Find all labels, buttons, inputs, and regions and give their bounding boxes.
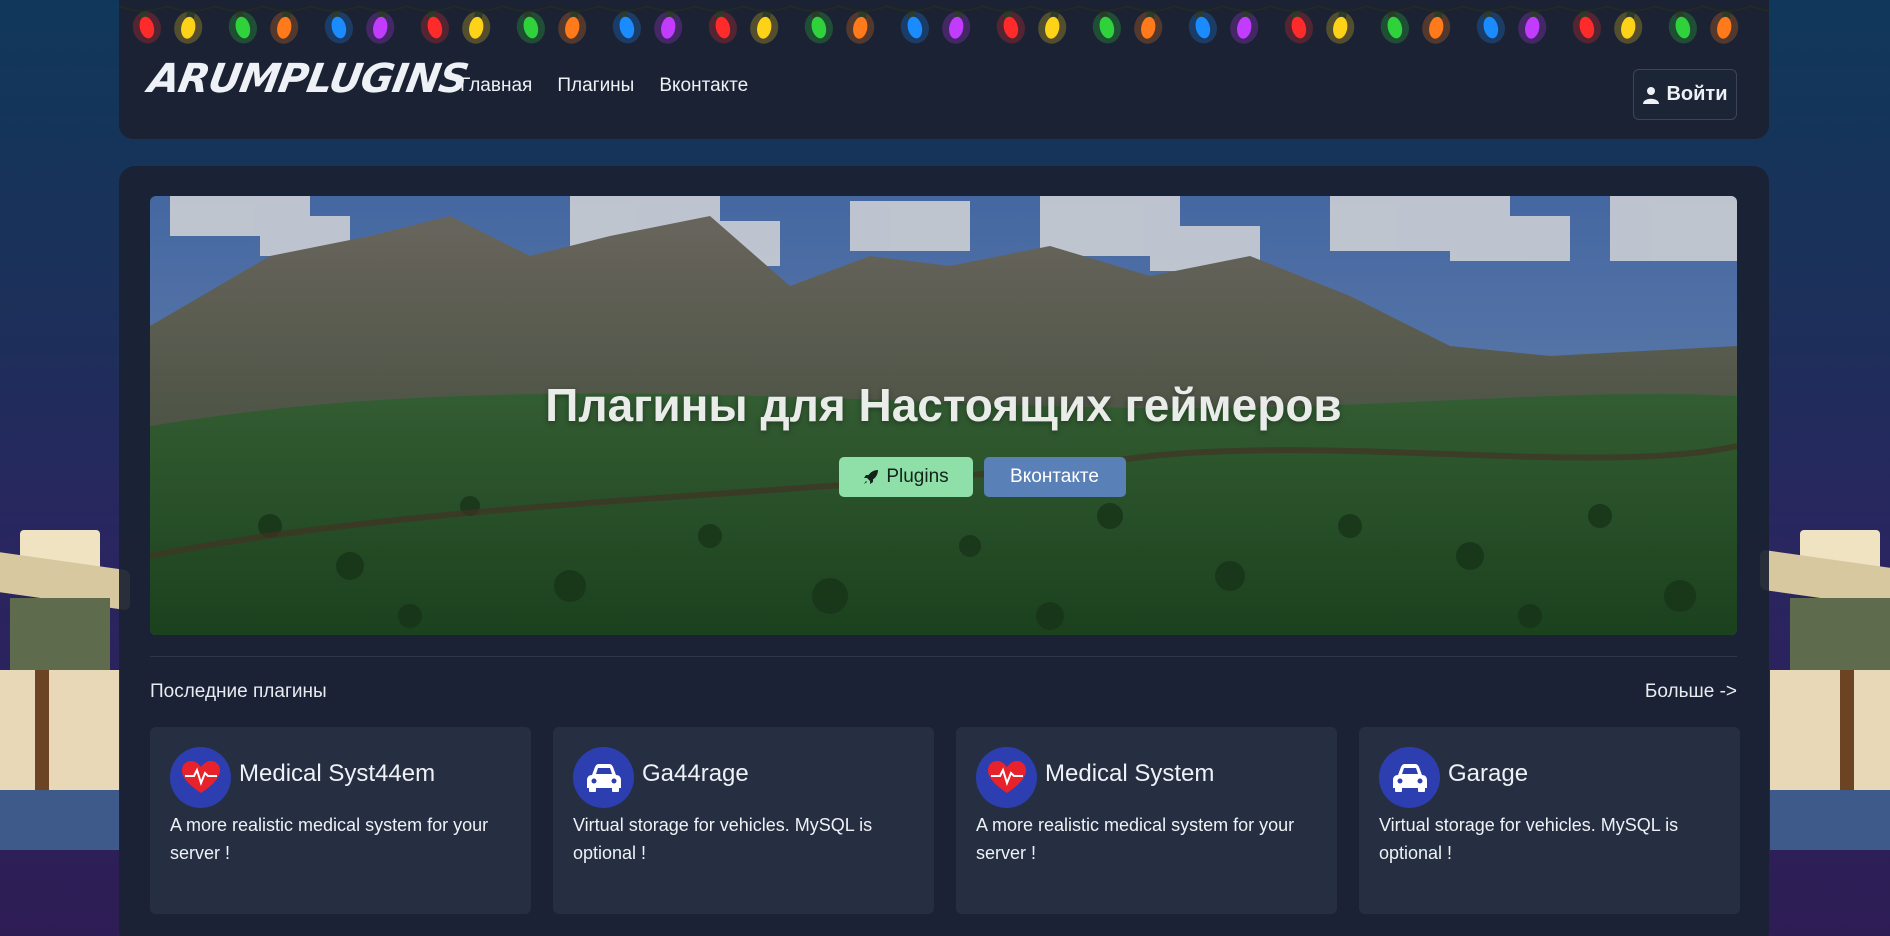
brand-logo[interactable]: ARUMPLUGINS [145,56,471,102]
right-character-illustration [1760,520,1890,850]
nav-link-home[interactable]: Главная [460,75,532,97]
section-divider [150,656,1737,657]
plugin-card-description: Virtual storage for vehicles. MySQL is o… [573,815,873,863]
login-button[interactable]: Войти [1633,69,1737,120]
nav-link-vk[interactable]: Вконтакте [659,75,748,97]
plugin-card[interactable]: Medical System A more realistic medical … [956,727,1337,914]
plugin-card-description: Virtual storage for vehicles. MySQL is o… [1379,815,1679,863]
plugin-card-title: Medical Syst44em [239,760,436,787]
heart-pulse-icon [170,747,231,808]
plugin-card[interactable]: Ga44rage Virtual storage for vehicles. M… [553,727,934,914]
plugin-card-description: A more realistic medical system for your… [170,815,489,863]
login-button-label: Войти [1666,83,1728,105]
plugin-card-title: Ga44rage [642,760,749,787]
plugin-card-title: Medical System [1045,760,1215,787]
plugin-card-description: A more realistic medical system for your… [976,815,1295,863]
more-link[interactable]: Больше -> [1645,681,1737,703]
plugins-button[interactable]: Plugins [838,457,973,497]
hero-banner: Плагины для Настоящих геймеров Plugins В… [150,196,1737,635]
hero-buttons: Plugins Вконтакте [150,457,1737,497]
user-icon [1643,86,1660,104]
plugin-card[interactable]: Medical Syst44em A more realistic medica… [150,727,531,914]
rocket-icon [864,470,879,484]
car-icon [573,747,634,808]
nav-links: Главная Плагины Вконтакте [460,75,748,97]
hero-title: Плагины для Настоящих геймеров [545,379,1342,431]
navbar: ARUMPLUGINS Главная Плагины Вконтакте Во… [119,0,1769,139]
christmas-lights-decoration [119,4,1769,44]
plugin-cards: Medical Syst44em A more realistic medica… [150,727,1740,914]
vk-button[interactable]: Вконтакте [983,457,1126,497]
latest-plugins-title: Последние плагины [150,681,327,702]
nav-link-plugins[interactable]: Плагины [557,75,634,97]
plugin-card[interactable]: Garage Virtual storage for vehicles. MyS… [1359,727,1740,914]
heart-pulse-icon [976,747,1037,808]
left-character-illustration [0,520,130,850]
plugins-button-label: Plugins [886,466,949,487]
main-container: Плагины для Настоящих геймеров Plugins В… [119,166,1769,936]
plugin-card-title: Garage [1448,760,1529,787]
car-icon [1379,747,1440,808]
